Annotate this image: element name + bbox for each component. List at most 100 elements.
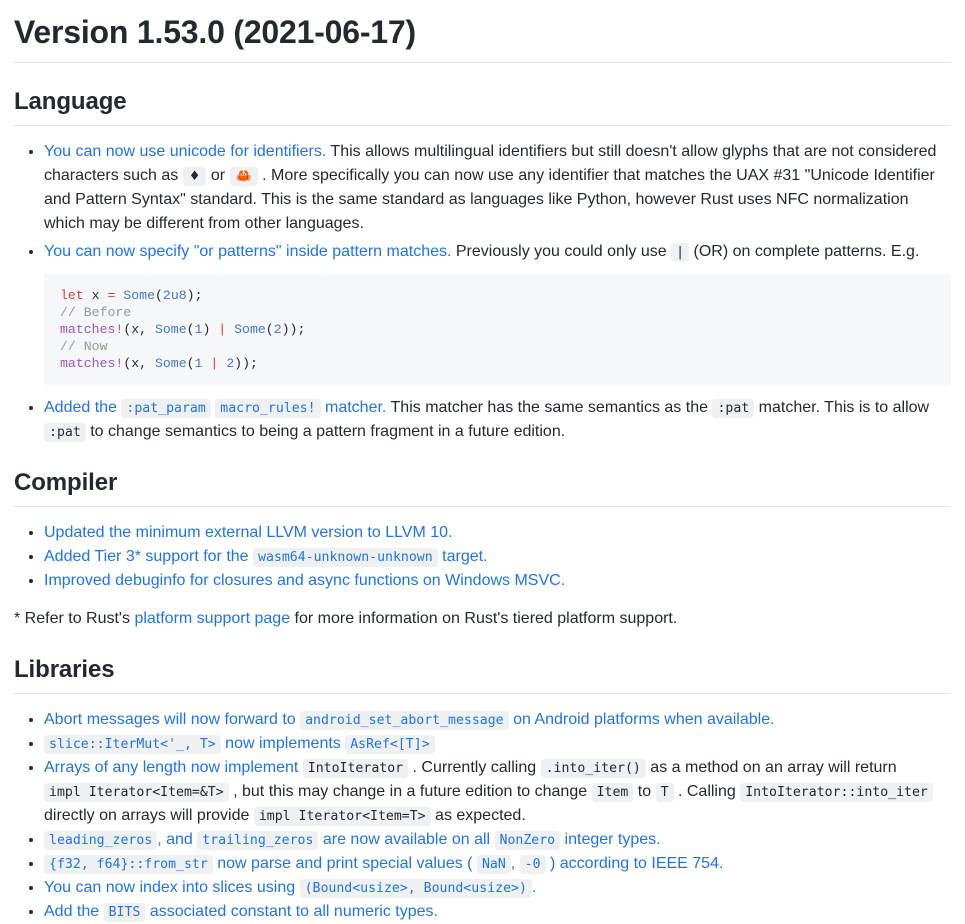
code-token: Some (123, 288, 155, 303)
bullet-text-3: to change semantics to being a pattern f… (85, 423, 566, 441)
code-pat-1: :pat (712, 399, 755, 419)
list-item: slice::IterMut<'_, T> now implements AsR… (44, 732, 951, 756)
code-intoiterator: IntoIterator (302, 759, 409, 779)
section-heading-libraries: Libraries (14, 655, 951, 695)
link-bits-constant[interactable]: Add the BITS associated constant to all … (44, 903, 438, 923)
link-text-a: Add the (44, 903, 104, 921)
link-text-a: Arrays of any length now implement (44, 759, 303, 777)
list-item: Added Tier 3* support for the wasm64-unk… (44, 545, 951, 569)
code-bound-usize-tuple: (Bound<usize>, Bound<usize>) (299, 879, 532, 899)
code-trailing-zeros: trailing_zeros (197, 831, 319, 851)
code-token: 2 (273, 321, 282, 337)
bullet-text-2: matcher. This is to allow (754, 399, 930, 417)
code-token: 2u8 (162, 288, 187, 303)
bullet-text: Previously you could only use (451, 243, 672, 260)
bullet-text-c: , but this may change in a future editio… (228, 783, 592, 801)
code-token: x (83, 288, 108, 303)
code-android-set-abort-message: android_set_abort_message (300, 711, 509, 731)
code-token: matches! (60, 321, 124, 337)
code-pipe-operator: | (671, 243, 690, 262)
link-text-c: ) according to IEEE 754. (545, 855, 724, 873)
link-itermut-asref[interactable]: slice::IterMut<'_, T> now implements AsR… (44, 735, 435, 755)
release-notes-page: Version 1.53.0 (2021-06-17) Language You… (0, 12, 965, 924)
code-pat-2: :pat (44, 423, 86, 443)
link-llvm-version[interactable]: Updated the minimum external LLVM versio… (44, 524, 453, 541)
code-token: ( (186, 355, 195, 371)
code-token: let (60, 288, 84, 303)
code-diamond-emoji: ♦ (182, 167, 207, 186)
code-pat-param: :pat_param (121, 399, 211, 419)
language-bullet-list: You can now use unicode for identifiers.… (14, 140, 951, 444)
list-item: {f32, f64}::from_str now parse and print… (44, 852, 951, 876)
bullet-text: This matcher has the same semantics as t… (386, 399, 713, 417)
compiler-bullet-list: Updated the minimum external LLVM versio… (14, 521, 951, 593)
link-text-b: are now available on all (318, 831, 495, 849)
code-block-or-patterns: let x = Some(2u8); // Before matches!(x,… (44, 274, 951, 387)
link-pat-param-matcher[interactable]: Added the :pat_param macro_rules! matche… (44, 399, 387, 419)
list-item: You can now index into slices using (Bou… (44, 876, 951, 900)
link-platform-support-page[interactable]: platform support page (134, 610, 290, 627)
code-token: ( (155, 288, 163, 303)
code-token: ) (202, 321, 219, 337)
list-item: Add the BITS associated constant to all … (44, 900, 951, 924)
code-token: matches! (60, 355, 124, 371)
code-token: ( (265, 321, 274, 337)
code-token: // Now (60, 338, 108, 354)
code-f32-f64-from-str: {f32, f64}::from_str (44, 855, 213, 875)
link-arrays-intoiterator[interactable]: Arrays of any length now implement (44, 759, 303, 776)
link-leading-trailing-zeros[interactable]: leading_zeros, and trailing_zeros are no… (44, 831, 661, 851)
link-text-b: . (531, 879, 537, 897)
link-debuginfo-msvc[interactable]: Improved debuginfo for closures and asyn… (44, 572, 565, 589)
code-leading-zeros: leading_zeros (44, 831, 158, 851)
code-token: ); (186, 288, 203, 303)
bullet-text-f: directly on arrays will provide (44, 807, 254, 825)
code-nan: NaN (476, 855, 511, 875)
code-token: Some (154, 321, 187, 337)
code-token: )); (281, 321, 306, 337)
code-into-iter-call: .into_iter() (540, 759, 646, 779)
link-text-b: associated constant to all numeric types… (145, 903, 438, 921)
link-or-patterns[interactable]: You can now specify "or patterns" inside… (44, 243, 451, 260)
code-wasm64-target: wasm64-unknown-unknown (253, 548, 438, 568)
code-token: 2 (226, 355, 235, 371)
link-text-a: now parse and print special values ( (212, 855, 477, 873)
link-text-a: Added Tier 3* support for the (44, 548, 254, 566)
link-text-a: Added the (44, 399, 122, 417)
link-text-b: matcher. (325, 399, 387, 417)
bullet-text-e: . Calling (673, 783, 741, 801)
link-unicode-identifiers[interactable]: You can now use unicode for identifiers. (44, 143, 326, 160)
list-item: You can now specify "or patterns" inside… (44, 240, 951, 387)
link-text-b: target. (442, 548, 488, 566)
bullet-text-or: or (206, 167, 230, 184)
platform-support-footnote: * Refer to Rust's platform support page … (14, 607, 951, 631)
link-text-a: You can now index into slices using (44, 879, 300, 897)
code-macro-rules: macro_rules! (215, 399, 321, 419)
link-tier3-wasm64[interactable]: Added Tier 3* support for the wasm64-unk… (44, 548, 488, 568)
link-text-c: integer types. (560, 831, 661, 849)
link-text-mid: now implements (220, 735, 346, 753)
list-item: Updated the minimum external LLVM versio… (44, 521, 951, 545)
footnote-text-a: * Refer to Rust's (14, 610, 135, 628)
link-text-b: on Android platforms when available. (513, 711, 775, 729)
libraries-bullet-list: Abort messages will now forward to andro… (14, 708, 951, 924)
list-item: Arrays of any length now implement IntoI… (44, 756, 951, 828)
bullet-text-d: to (633, 783, 656, 801)
bullet-text-cont: (OR) on complete patterns. E.g. (689, 243, 920, 260)
link-abort-message[interactable]: Abort messages will now forward to andro… (44, 711, 775, 731)
link-text-b: , (510, 855, 520, 873)
section-heading-compiler: Compiler (14, 468, 951, 508)
bullet-text-a: . Currently calling (408, 759, 541, 777)
bullet-text-g: as expected. (430, 807, 526, 825)
code-token: Some (154, 355, 187, 371)
code-t: T (655, 783, 674, 803)
list-item: Added the :pat_param macro_rules! matche… (44, 396, 951, 444)
code-slice-itermut: slice::IterMut<'_, T> (44, 735, 221, 755)
code-item: Item (591, 783, 634, 803)
link-slice-bound-index[interactable]: You can now index into slices using (Bou… (44, 879, 537, 899)
code-impl-iterator-item-t: impl Iterator<Item=T> (253, 807, 431, 827)
list-item: Improved debuginfo for closures and asyn… (44, 569, 951, 593)
link-text-a: Abort messages will now forward to (44, 711, 301, 729)
link-float-from-str[interactable]: {f32, f64}::from_str now parse and print… (44, 855, 724, 875)
code-impl-iterator-item-ref-t: impl Iterator<Item=&T> (44, 783, 229, 803)
